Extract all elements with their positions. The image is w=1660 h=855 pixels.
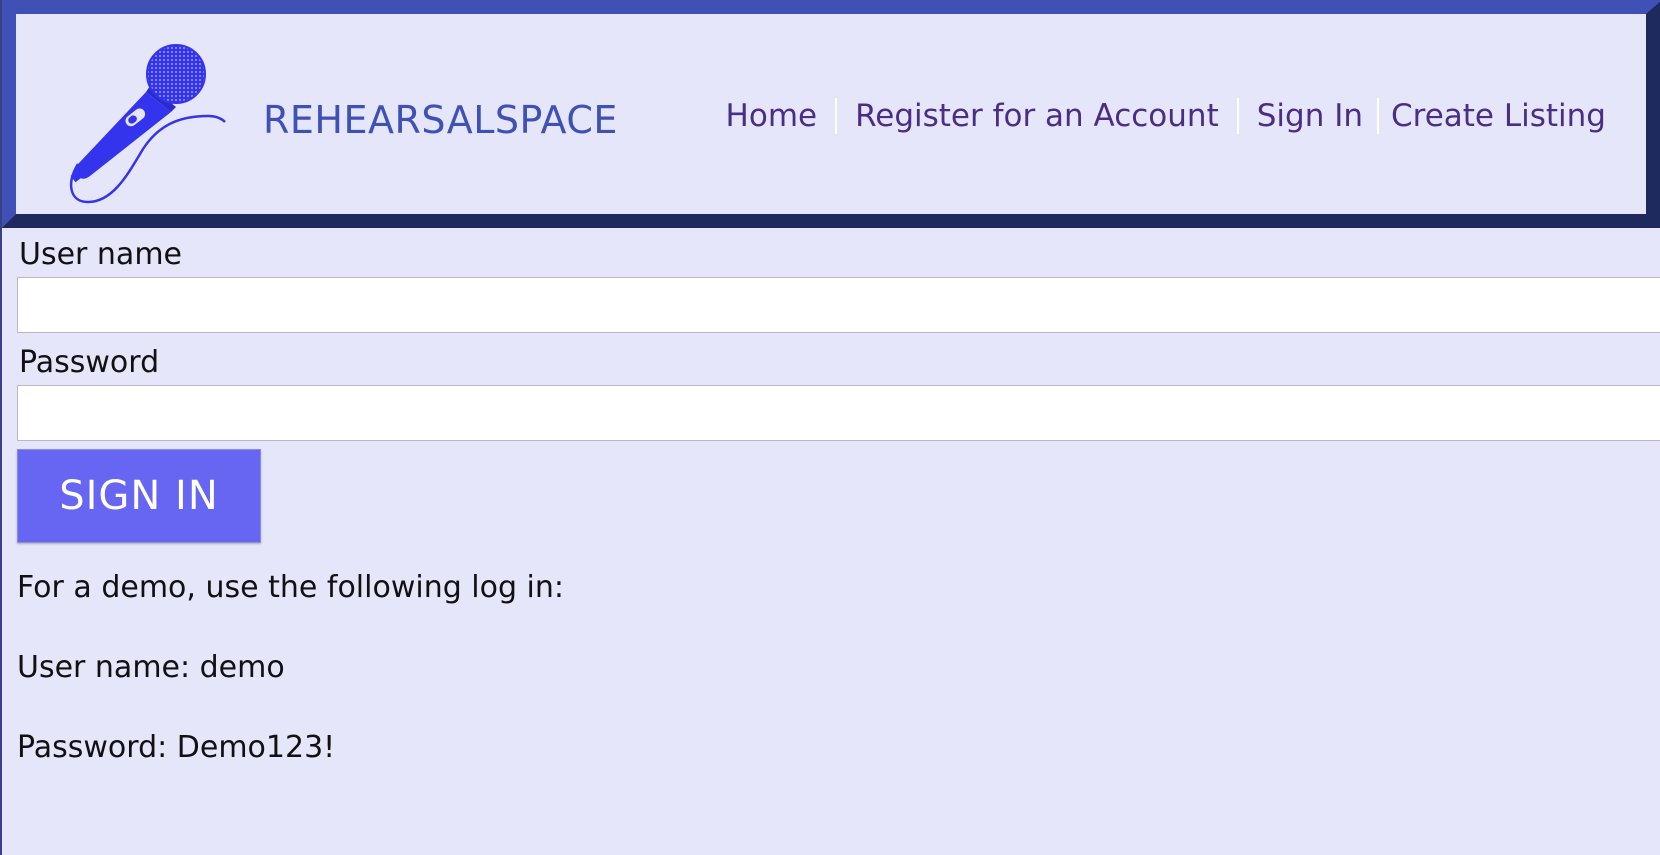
nav-home-link[interactable]: Home (726, 98, 818, 134)
demo-intro-text: For a demo, use the following log in: (17, 570, 565, 605)
nav-divider (835, 98, 838, 134)
sign-in-form: User name Password SIGN IN (17, 233, 1660, 543)
username-label: User name (19, 237, 182, 272)
brand-title[interactable]: REHEARSALSPACE (263, 98, 618, 142)
nav-sign-in-link[interactable]: Sign In (1257, 98, 1363, 134)
nav-create-listing-link[interactable]: Create Listing (1391, 98, 1606, 134)
sign-in-button[interactable]: SIGN IN (17, 449, 261, 543)
site-header: REHEARSALSPACE Home Register for an Acco… (2, 0, 1660, 228)
nav-divider (1236, 98, 1239, 134)
page: REHEARSALSPACE Home Register for an Acco… (0, 0, 1660, 855)
demo-credentials: For a demo, use the following log in: Us… (17, 570, 564, 810)
main-nav: Home Register for an Account Sign In Cre… (726, 98, 1606, 134)
microphone-icon[interactable] (58, 34, 238, 209)
password-input[interactable] (17, 385, 1660, 441)
demo-username-text: User name: demo (17, 650, 285, 685)
nav-divider (1377, 98, 1379, 134)
password-label: Password (19, 345, 160, 380)
username-input[interactable] (17, 277, 1660, 333)
nav-register-link[interactable]: Register for an Account (855, 98, 1219, 134)
demo-password-text: Password: Demo123! (17, 730, 336, 765)
